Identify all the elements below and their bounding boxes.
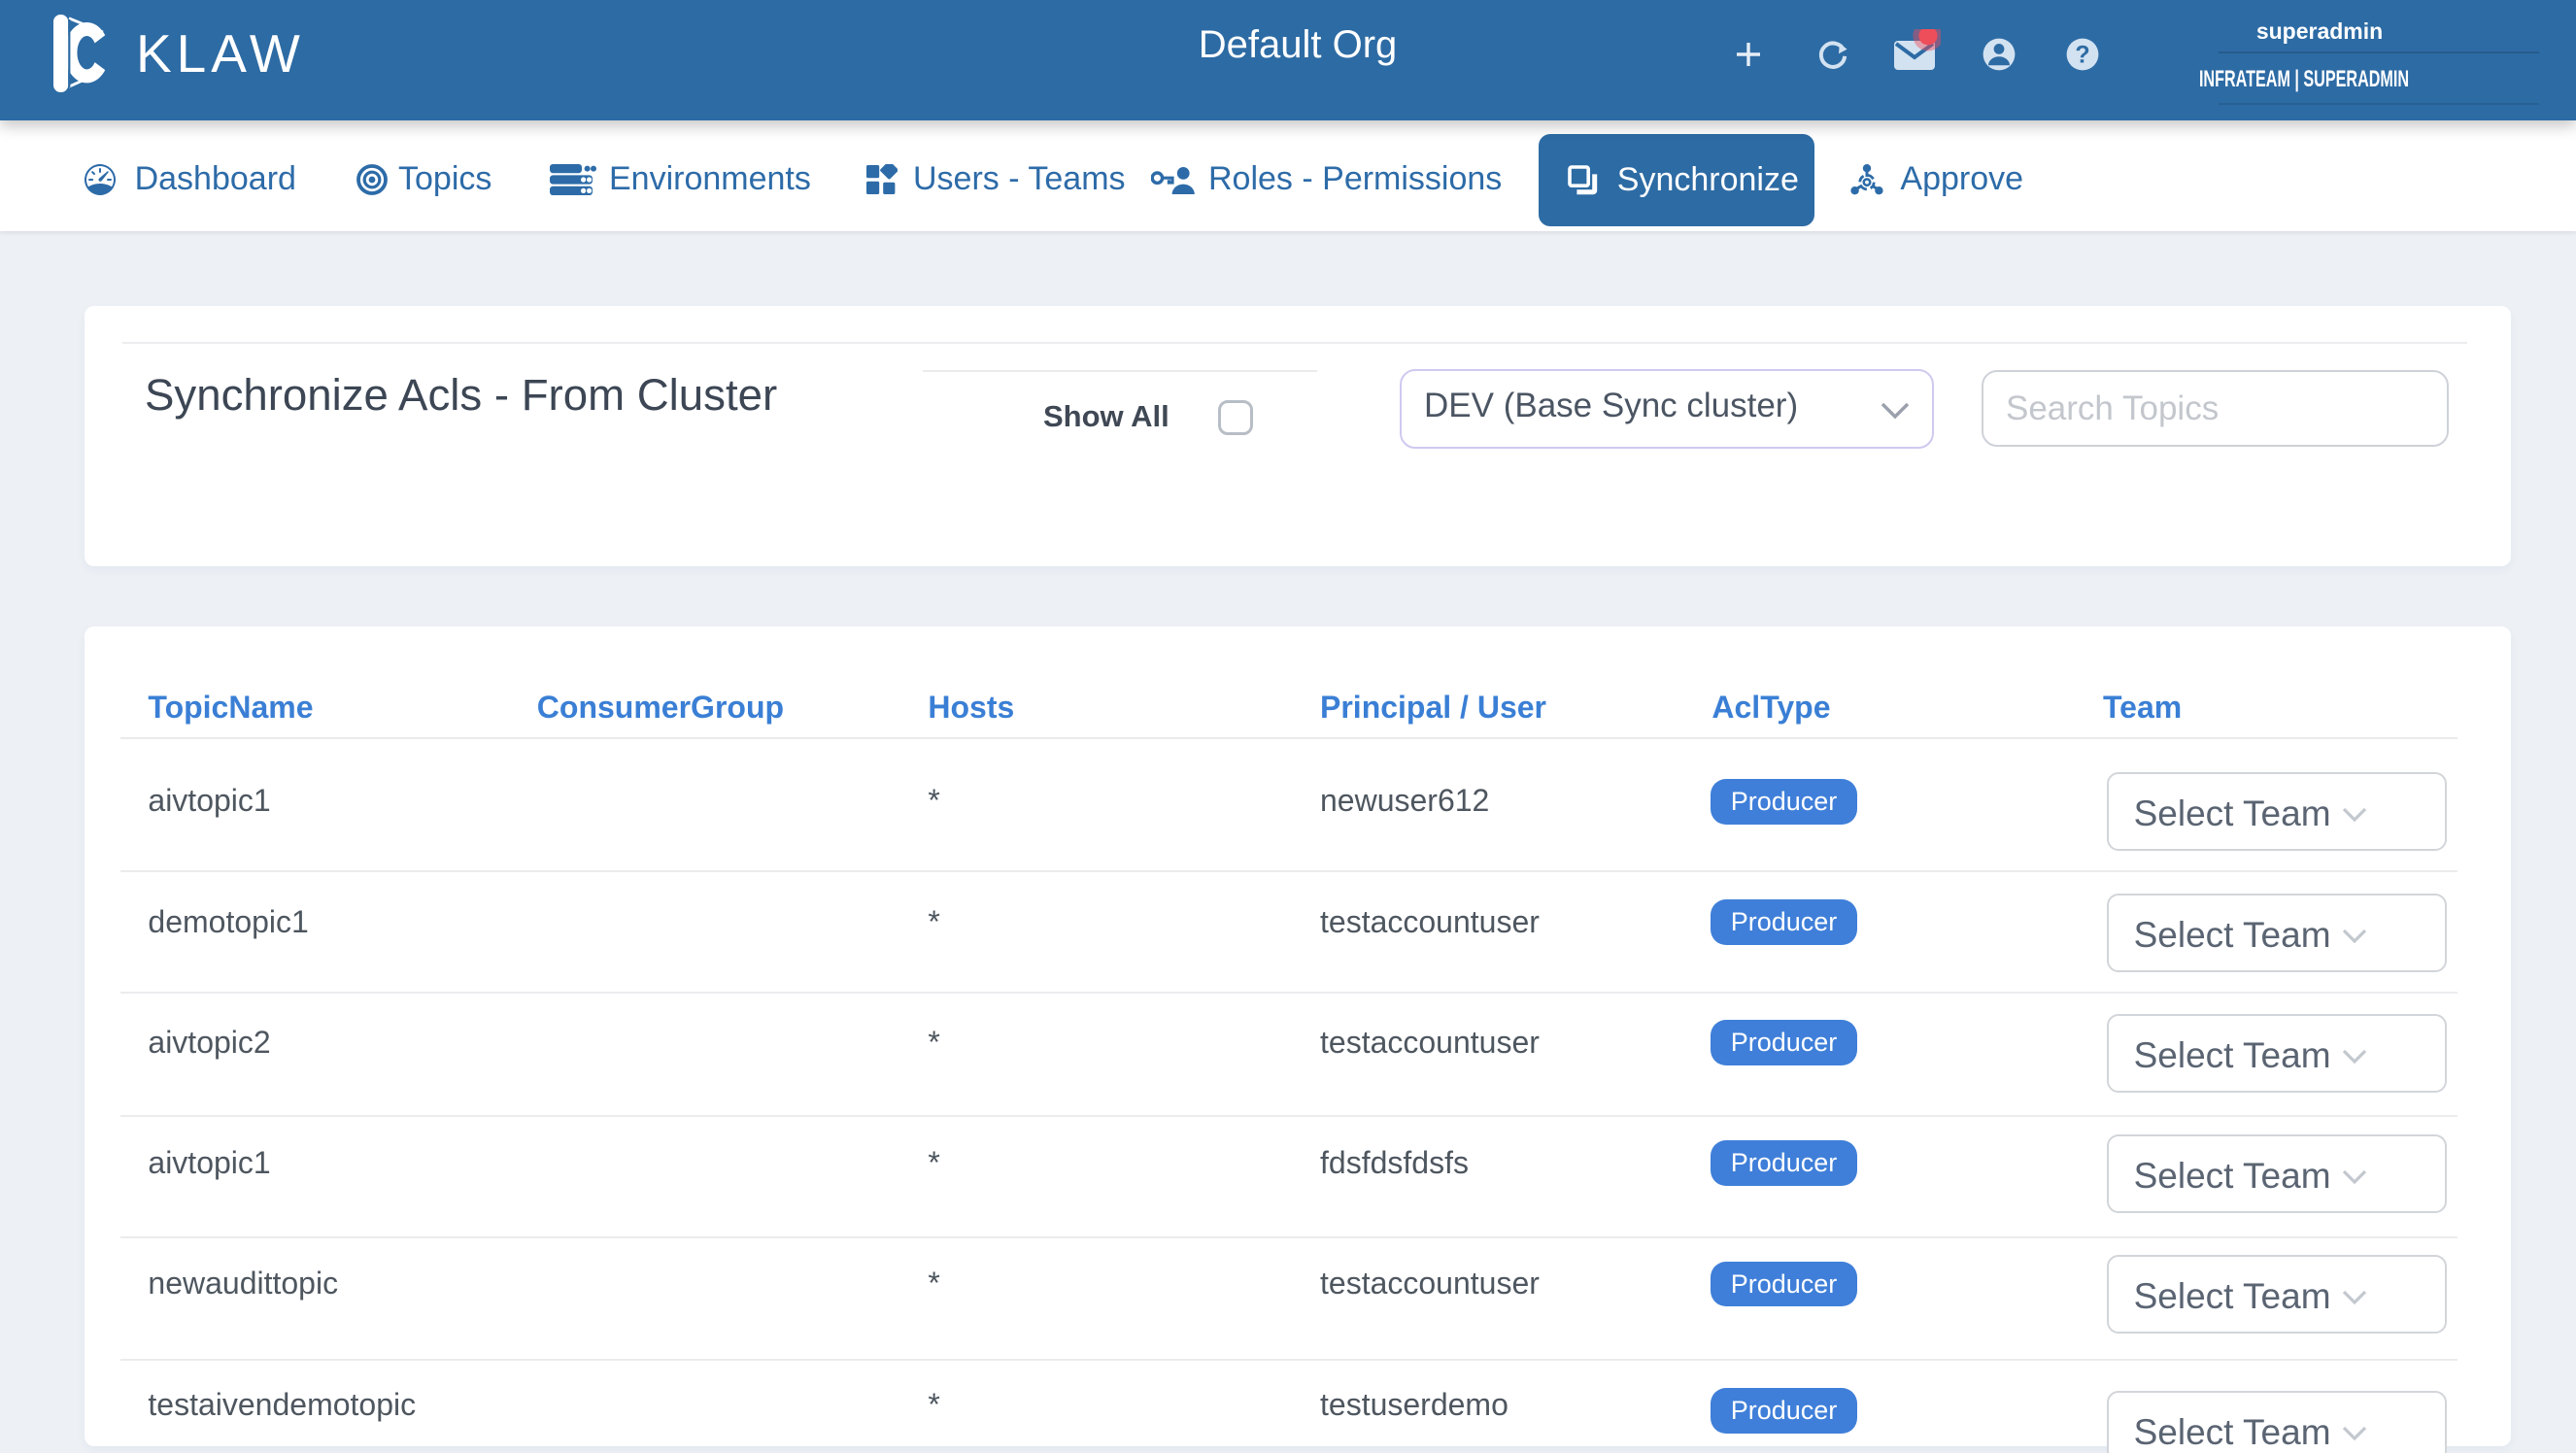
svg-text:?: ?: [2075, 41, 2089, 68]
